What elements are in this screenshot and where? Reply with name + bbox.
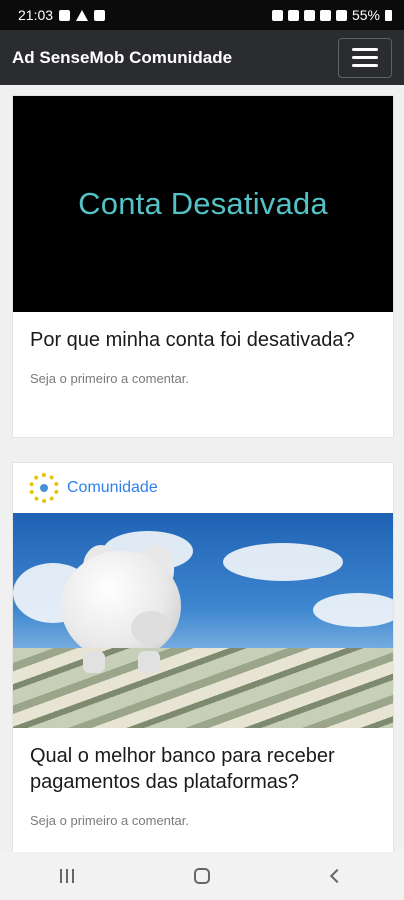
- battery-percent: 55%: [351, 7, 380, 23]
- app-bar: Ad SenseMob Comunidade: [0, 30, 404, 85]
- recent-apps-button[interactable]: [32, 856, 102, 896]
- recent-apps-icon: [60, 869, 75, 883]
- community-row[interactable]: Comunidade: [13, 463, 393, 513]
- status-time: 21:03: [18, 7, 54, 23]
- home-button[interactable]: [167, 856, 237, 896]
- community-name[interactable]: Comunidade: [67, 479, 158, 497]
- post-card[interactable]: Conta Desativada Por que minha conta foi…: [12, 95, 394, 438]
- alarm-icon: [287, 9, 299, 21]
- app-title: Ad SenseMob Comunidade: [12, 47, 233, 67]
- home-icon: [193, 868, 210, 884]
- system-nav-bar: [0, 852, 404, 900]
- cloud-shape: [223, 543, 343, 581]
- status-left: 21:03: [18, 7, 106, 23]
- money-pile: [13, 648, 393, 728]
- piggy-leg: [138, 651, 160, 673]
- thumbnail-text: Conta Desativada: [78, 186, 328, 221]
- menu-button[interactable]: [338, 37, 392, 78]
- app-notification-icon: [94, 9, 106, 21]
- gallery-notification-icon: [59, 9, 71, 21]
- hamburger-icon: [352, 48, 378, 51]
- piggy-snout: [131, 611, 171, 645]
- piggy-leg: [83, 651, 105, 673]
- signal-icon: [335, 9, 347, 21]
- battery-icon: [385, 9, 392, 21]
- post-thumbnail[interactable]: [13, 513, 393, 728]
- post-title[interactable]: Qual o melhor banco para receber pagamen…: [13, 743, 393, 795]
- post-card[interactable]: Comunidade Qual o melhor banco para rece…: [12, 462, 394, 852]
- hamburger-icon-line: [352, 64, 378, 67]
- hamburger-icon-line: [352, 56, 378, 59]
- piggy-bank: [61, 551, 181, 661]
- wifi-icon: [319, 9, 331, 21]
- status-bar: 21:03 55%: [0, 0, 404, 30]
- post-feed[interactable]: Conta Desativada Por que minha conta foi…: [0, 85, 404, 852]
- status-right: 55%: [271, 7, 392, 23]
- post-title[interactable]: Por que minha conta foi desativada?: [13, 327, 393, 353]
- post-comment-count[interactable]: Seja o primeiro a comentar.: [13, 371, 393, 386]
- cloud-shape: [313, 593, 393, 627]
- community-logo: [29, 473, 59, 503]
- back-button[interactable]: [302, 856, 372, 896]
- post-thumbnail[interactable]: Conta Desativada: [13, 96, 393, 312]
- back-icon: [329, 868, 344, 884]
- nfc-icon: [303, 9, 315, 21]
- alert-notification-icon: [76, 9, 89, 21]
- lock-icon: [271, 9, 283, 21]
- post-comment-count[interactable]: Seja o primeiro a comentar.: [13, 813, 393, 828]
